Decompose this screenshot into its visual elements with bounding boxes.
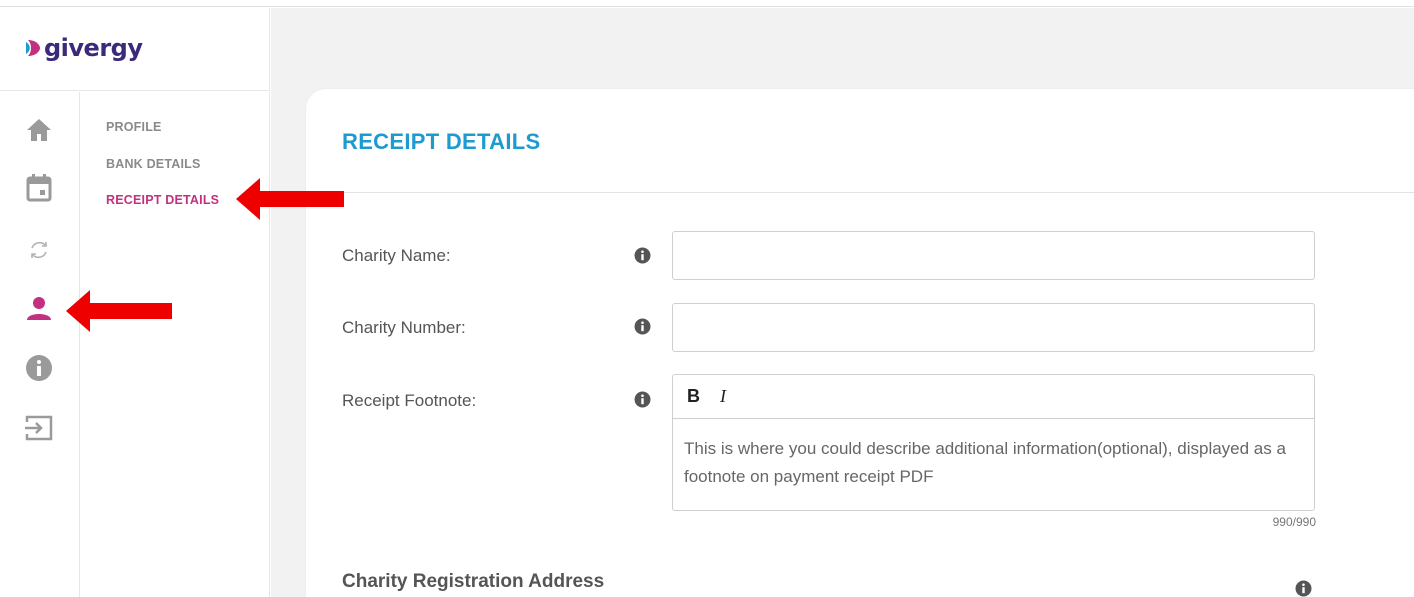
charity-number-info-icon[interactable] (634, 318, 651, 335)
divider (306, 192, 1414, 193)
top-border (0, 0, 1414, 7)
italic-button[interactable]: I (720, 386, 726, 407)
brand-mark-icon (26, 40, 40, 56)
subnav-item-profile[interactable]: PROFILE (106, 120, 162, 134)
refresh-icon[interactable] (24, 235, 54, 265)
receipt-footnote-text[interactable]: This is where you could describe additio… (673, 419, 1314, 491)
editor-toolbar: B I (673, 375, 1314, 419)
charity-name-input[interactable] (672, 231, 1315, 280)
bold-button[interactable]: B (687, 386, 700, 407)
brand-name: givergy (44, 34, 143, 62)
charity-number-label: Charity Number: (342, 318, 466, 337)
registration-address-info-icon[interactable] (1295, 580, 1312, 597)
page-title: RECEIPT DETAILS (342, 129, 541, 154)
charity-name-label: Charity Name: (342, 246, 451, 265)
receipt-details-card: RECEIPT DETAILS Charity Name: Charity Nu… (306, 89, 1414, 597)
annotation-arrow-icon (66, 290, 172, 332)
brand-logo[interactable]: givergy (26, 34, 143, 62)
icon-rail (0, 92, 80, 597)
annotation-arrow-icon (236, 178, 344, 220)
receipt-footnote-label: Receipt Footnote: (342, 391, 477, 410)
logout-icon[interactable] (24, 413, 54, 443)
info-circle-icon[interactable] (24, 353, 54, 383)
charity-number-input[interactable] (672, 303, 1315, 352)
receipt-footnote-info-icon[interactable] (634, 391, 651, 408)
character-counter: 990/990 (1272, 515, 1316, 529)
app-window: givergy PROFILE BANK DETAILS RECEIPT DET… (0, 0, 1414, 597)
profile-subnav: PROFILE BANK DETAILS RECEIPT DETAILS (81, 92, 270, 597)
logo-area: givergy (0, 8, 270, 91)
subnav-item-bank-details[interactable]: BANK DETAILS (106, 157, 201, 171)
home-icon[interactable] (24, 115, 54, 145)
receipt-footnote-editor[interactable]: B I This is where you could describe add… (672, 374, 1315, 511)
subnav-item-receipt-details[interactable]: RECEIPT DETAILS (106, 193, 219, 207)
user-icon[interactable] (24, 293, 54, 323)
calendar-icon[interactable] (24, 173, 54, 203)
registration-address-heading: Charity Registration Address (342, 571, 605, 592)
charity-name-info-icon[interactable] (634, 247, 651, 264)
